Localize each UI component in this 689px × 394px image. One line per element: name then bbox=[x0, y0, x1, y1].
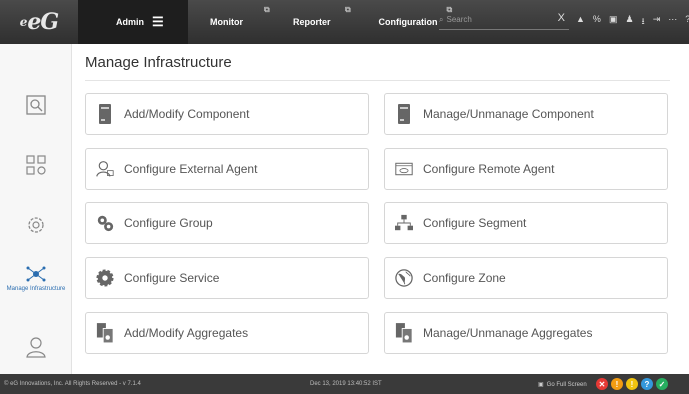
aggregates-icon bbox=[395, 322, 413, 344]
alarm-status-indicators: ✕ ! ! ? ✓ bbox=[596, 378, 668, 390]
fullscreen-icon: ▣ bbox=[538, 381, 544, 388]
card-label: Configure Segment bbox=[423, 216, 527, 230]
grid-icon bbox=[26, 155, 46, 175]
card-label: Configure External Agent bbox=[124, 162, 258, 176]
page-title: Manage Infrastructure bbox=[85, 54, 232, 71]
sidebar-item-manage-infrastructure[interactable]: Manage Infrastructure bbox=[0, 264, 72, 293]
server-icon bbox=[395, 103, 413, 125]
group-gear-icon bbox=[96, 212, 114, 234]
sidebar-item-dashboard[interactable] bbox=[0, 154, 72, 176]
manage-unmanage-aggregates-button[interactable]: Manage/Unmanage Aggregates bbox=[384, 312, 668, 354]
hamburger-menu-icon[interactable]: ☰ bbox=[152, 14, 164, 30]
bell-icon[interactable]: ♟ bbox=[625, 14, 633, 30]
normal-status-icon[interactable]: ✓ bbox=[656, 378, 668, 390]
toolbar-icons: ▲ % ▣ ♟ ⭳ ⇥ ⋯ ? ⏻ bbox=[576, 14, 689, 30]
nav-tab-reporter[interactable]: Reporter ⧉ bbox=[293, 0, 351, 44]
full-screen-button[interactable]: ▣ Go Full Screen bbox=[538, 381, 587, 388]
remote-agent-icon bbox=[395, 158, 413, 180]
logout-icon[interactable]: ⇥ bbox=[653, 14, 661, 30]
card-label: Manage/Unmanage Component bbox=[423, 107, 594, 121]
nav-tab-configuration[interactable]: Configuration ⧉ bbox=[378, 0, 453, 44]
user-icon bbox=[26, 337, 46, 358]
nav-tab-admin-label: Admin bbox=[116, 17, 144, 27]
manage-unmanage-component-button[interactable]: Manage/Unmanage Component bbox=[384, 93, 668, 135]
info-alarm-icon[interactable]: ? bbox=[641, 378, 653, 390]
server-datetime: Dec 13, 2019 13:40:52 IST bbox=[310, 381, 382, 387]
top-navigation-bar: e eG Admin ☰ Monitor ⧉ Reporter ⧉ Configu… bbox=[0, 0, 689, 44]
logo-text: eG bbox=[27, 9, 59, 35]
add-modify-component-button[interactable]: Add/Modify Component bbox=[85, 93, 369, 135]
aggregates-icon bbox=[96, 322, 114, 344]
minor-alarm-icon[interactable]: ! bbox=[626, 378, 638, 390]
nav-tab-admin[interactable]: Admin ☰ bbox=[78, 0, 188, 44]
agent-icon bbox=[96, 158, 114, 180]
gear-icon bbox=[28, 217, 44, 233]
help-icon[interactable]: ? bbox=[685, 14, 689, 30]
configure-external-agent-button[interactable]: Configure External Agent bbox=[85, 148, 369, 190]
service-gear-icon bbox=[96, 267, 114, 289]
configure-remote-agent-button[interactable]: Configure Remote Agent bbox=[384, 148, 668, 190]
main-content: Manage Infrastructure Add/Modify Compone… bbox=[72, 44, 689, 374]
clear-search-icon[interactable]: X bbox=[558, 12, 565, 24]
nav-tab-configuration-label: Configuration bbox=[378, 17, 438, 27]
more-icon[interactable]: ⋯ bbox=[668, 14, 677, 30]
nav-tab-monitor-label: Monitor bbox=[210, 17, 243, 27]
title-divider bbox=[85, 80, 670, 81]
server-icon bbox=[96, 103, 114, 125]
search-input[interactable]: ⌕ Search X bbox=[439, 10, 569, 30]
network-icon bbox=[26, 266, 46, 282]
card-label: Add/Modify Aggregates bbox=[124, 326, 249, 340]
card-label: Configure Group bbox=[124, 216, 213, 230]
zone-icon bbox=[395, 267, 413, 289]
fullscreen-label: Go Full Screen bbox=[546, 381, 587, 388]
search-placeholder: Search bbox=[446, 15, 472, 24]
external-link-icon: ⧉ bbox=[264, 5, 270, 14]
copyright-text: © eG Innovations, Inc. All Rights Reserv… bbox=[4, 381, 141, 387]
search-icon: ⌕ bbox=[439, 14, 444, 24]
sidebar-item-search[interactable] bbox=[0, 94, 72, 116]
card-label: Configure Service bbox=[124, 271, 220, 285]
configure-service-button[interactable]: Configure Service bbox=[85, 257, 369, 299]
footer-bar: © eG Innovations, Inc. All Rights Reserv… bbox=[0, 374, 689, 394]
card-label: Configure Zone bbox=[423, 271, 506, 285]
nav-tab-reporter-label: Reporter bbox=[293, 17, 331, 27]
card-label: Manage/Unmanage Aggregates bbox=[423, 326, 593, 340]
major-alarm-icon[interactable]: ! bbox=[611, 378, 623, 390]
configure-segment-button[interactable]: Configure Segment bbox=[384, 202, 668, 244]
sidebar: Manage Infrastructure bbox=[0, 44, 72, 374]
add-modify-aggregates-button[interactable]: Add/Modify Aggregates bbox=[85, 312, 369, 354]
segment-icon bbox=[395, 212, 413, 234]
download-icon[interactable]: ⭳ bbox=[642, 14, 645, 30]
search-icon bbox=[26, 95, 46, 115]
sidebar-item-user[interactable] bbox=[0, 336, 72, 358]
eg-logo[interactable]: e eG bbox=[0, 0, 78, 44]
nav-tab-monitor[interactable]: Monitor ⧉ bbox=[210, 0, 270, 44]
sidebar-item-label: Manage Infrastructure bbox=[6, 286, 66, 292]
link-icon[interactable]: % bbox=[593, 14, 601, 30]
configure-zone-button[interactable]: Configure Zone bbox=[384, 257, 668, 299]
sidebar-item-settings[interactable] bbox=[0, 214, 72, 236]
external-link-icon: ⧉ bbox=[345, 5, 351, 14]
configure-group-button[interactable]: Configure Group bbox=[85, 202, 369, 244]
image-icon[interactable]: ▣ bbox=[609, 14, 618, 30]
card-label: Configure Remote Agent bbox=[423, 162, 555, 176]
critical-alarm-icon[interactable]: ✕ bbox=[596, 378, 608, 390]
alert-icon[interactable]: ▲ bbox=[576, 14, 585, 30]
card-label: Add/Modify Component bbox=[124, 107, 250, 121]
